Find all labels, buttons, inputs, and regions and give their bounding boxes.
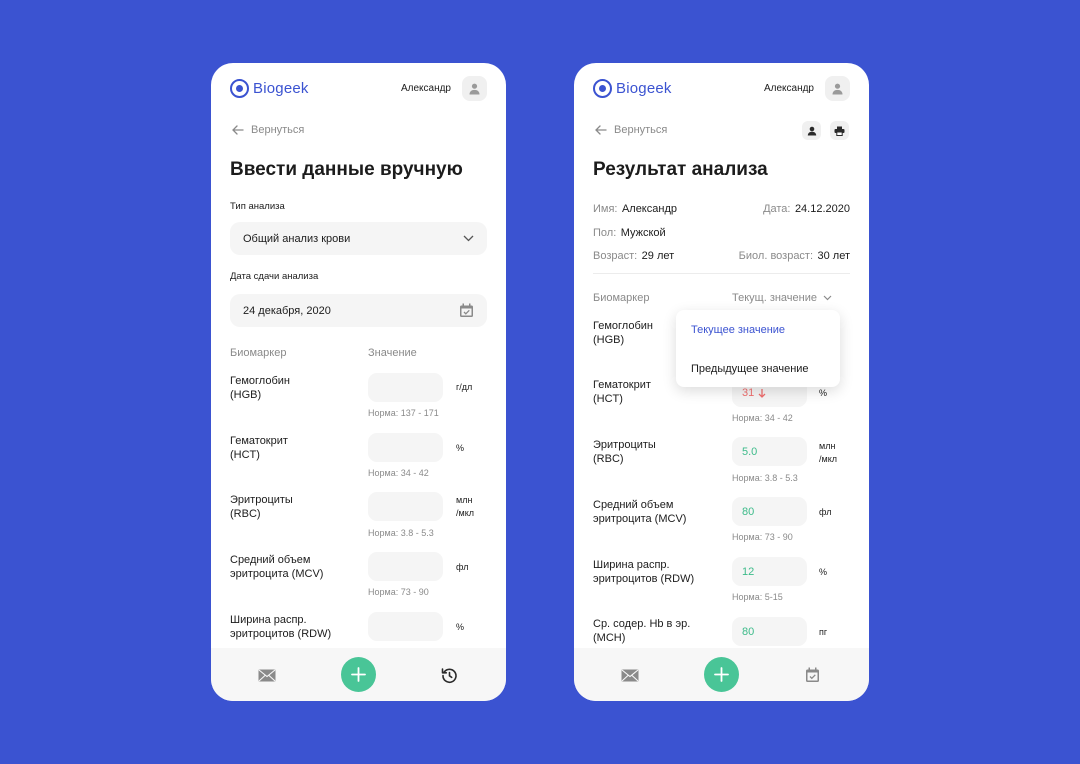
norm-range: Норма: 5-15 bbox=[732, 592, 783, 602]
biomarker-name: Ширина распр. эритроцитов (RDW) bbox=[593, 559, 695, 585]
arrow-down-icon bbox=[758, 388, 766, 398]
back-label: Вернуться bbox=[251, 124, 305, 136]
norm-range: Норма: 73 - 90 bbox=[732, 532, 793, 542]
back-label: Вернуться bbox=[614, 124, 668, 136]
analysis-date: Дата: 24.12.2020 bbox=[763, 203, 850, 215]
plus-icon bbox=[714, 667, 729, 682]
patient-name: Имя: Александр bbox=[593, 203, 677, 215]
analysis-type-value: Общий анализ крови bbox=[243, 232, 351, 245]
avatar[interactable] bbox=[462, 76, 487, 101]
value-input[interactable] bbox=[368, 492, 443, 521]
unit-label: % bbox=[456, 622, 465, 632]
unit-label: % bbox=[819, 388, 828, 398]
logo-text: Biogeek bbox=[253, 80, 309, 97]
logo[interactable]: Biogeek bbox=[230, 79, 309, 98]
user-name: Александр bbox=[763, 83, 814, 94]
back-link[interactable]: Вернуться bbox=[232, 124, 304, 136]
value-input[interactable] bbox=[368, 433, 443, 462]
avatar[interactable] bbox=[825, 76, 850, 101]
biomarker-name: Гематокрит (HCT) bbox=[593, 379, 651, 405]
calendar-check-icon[interactable] bbox=[459, 303, 474, 318]
biomarker-name: Гемоглобин (HGB) bbox=[593, 320, 653, 346]
unit-label: г/дл bbox=[456, 382, 473, 392]
biomarker-name: Гематокрит (HCT) bbox=[230, 435, 288, 461]
top-bar: Biogeek Александр bbox=[211, 63, 506, 113]
value-type-select[interactable]: Текущ. значение bbox=[732, 292, 832, 304]
page-title: Ввести данные вручную bbox=[230, 159, 463, 180]
logo-icon bbox=[593, 79, 612, 98]
mail-icon[interactable] bbox=[257, 665, 277, 685]
arrow-left-icon bbox=[232, 125, 244, 135]
biomarker-name: Средний объем эритроцита (MCV) bbox=[593, 499, 687, 525]
unit-label: % bbox=[456, 443, 465, 453]
doctor-button[interactable] bbox=[802, 121, 821, 140]
bottom-nav bbox=[211, 648, 506, 701]
unit-label: пг bbox=[819, 627, 828, 637]
logo-text: Biogeek bbox=[616, 80, 672, 97]
norm-range: Норма: 137 - 171 bbox=[368, 408, 439, 418]
date-label: Дата сдачи анализа bbox=[230, 271, 319, 282]
value-input[interactable]: 80 bbox=[732, 617, 807, 646]
norm-range: Норма: 3.8 - 5.3 bbox=[368, 528, 434, 538]
biomarker-name: Гемоглобин (HGB) bbox=[230, 375, 290, 401]
norm-range: Норма: 34 - 42 bbox=[732, 413, 793, 423]
calendar-check-icon[interactable] bbox=[802, 665, 822, 685]
logo-icon bbox=[230, 79, 249, 98]
norm-range: Норма: 3.8 - 5.3 bbox=[732, 473, 798, 483]
biomarker-name: Эритроциты (RBC) bbox=[593, 439, 656, 465]
user-name: Александр bbox=[400, 83, 451, 94]
column-header-biomarker: Биомаркер bbox=[593, 292, 650, 304]
biomarker-name: Эритроциты (RBC) bbox=[230, 494, 293, 520]
history-icon[interactable] bbox=[439, 665, 459, 685]
date-value: 24 декабря, 2020 bbox=[243, 304, 331, 317]
column-header-biomarker: Биомаркер bbox=[230, 347, 287, 359]
page-title: Результат анализа bbox=[593, 159, 768, 180]
value-input[interactable] bbox=[368, 373, 443, 402]
norm-range: Норма: 73 - 90 bbox=[368, 587, 429, 597]
value-type-dropdown: Текущее значение Предыдущее значение bbox=[676, 310, 840, 387]
dropdown-option-current[interactable]: Текущее значение bbox=[691, 324, 785, 336]
chevron-down-icon bbox=[823, 295, 832, 301]
plus-icon bbox=[351, 667, 366, 682]
arrow-left-icon bbox=[595, 125, 607, 135]
biomarker-name: Ширина распр. эритроцитов (RDW) bbox=[230, 614, 332, 640]
top-bar: Biogeek Александр bbox=[574, 63, 869, 113]
add-button[interactable] bbox=[341, 657, 376, 692]
value-input[interactable]: 12 bbox=[732, 557, 807, 586]
divider bbox=[593, 273, 850, 274]
biomarker-name: Средний объем эритроцита (MCV) bbox=[230, 554, 324, 580]
printer-icon bbox=[834, 126, 845, 136]
logo[interactable]: Biogeek bbox=[593, 79, 672, 98]
add-button[interactable] bbox=[704, 657, 739, 692]
manual-entry-screen: Biogeek Александр Вернуться Ввести данны… bbox=[211, 63, 506, 701]
unit-label: млн/мкл bbox=[456, 495, 474, 518]
mail-icon[interactable] bbox=[620, 665, 640, 685]
print-button[interactable] bbox=[830, 121, 849, 140]
chevron-down-icon bbox=[463, 235, 474, 242]
unit-label: млн/мкл bbox=[819, 441, 837, 464]
unit-label: фл bbox=[819, 507, 832, 517]
value-input[interactable] bbox=[368, 552, 443, 581]
user-icon bbox=[832, 83, 843, 94]
norm-range: Норма: 34 - 42 bbox=[368, 468, 429, 478]
doctor-icon bbox=[807, 126, 816, 135]
back-link[interactable]: Вернуться bbox=[595, 124, 667, 136]
patient-sex: Пол: Мужской bbox=[593, 227, 666, 239]
column-header-value: Значение bbox=[368, 347, 417, 359]
analysis-result-screen: Biogeek Александр Вернуться Результат ан… bbox=[574, 63, 869, 701]
unit-label: фл bbox=[456, 562, 469, 572]
unit-label: % bbox=[819, 567, 828, 577]
value-input[interactable]: 80 bbox=[732, 497, 807, 526]
user-icon bbox=[469, 83, 480, 94]
biomarker-name: Ср. содер. Hb в эр. (MCH) bbox=[593, 618, 691, 644]
dropdown-option-previous[interactable]: Предыдущее значение bbox=[691, 363, 809, 375]
analysis-type-label: Тип анализа bbox=[230, 201, 285, 212]
date-field[interactable]: 24 декабря, 2020 bbox=[230, 294, 487, 327]
value-input[interactable]: 5.0 bbox=[732, 437, 807, 466]
value-input[interactable] bbox=[368, 612, 443, 641]
biological-age: Биол. возраст: 30 лет bbox=[738, 250, 850, 262]
analysis-type-select[interactable]: Общий анализ крови bbox=[230, 222, 487, 255]
patient-age: Возраст: 29 лет bbox=[593, 250, 675, 262]
bottom-nav bbox=[574, 648, 869, 701]
